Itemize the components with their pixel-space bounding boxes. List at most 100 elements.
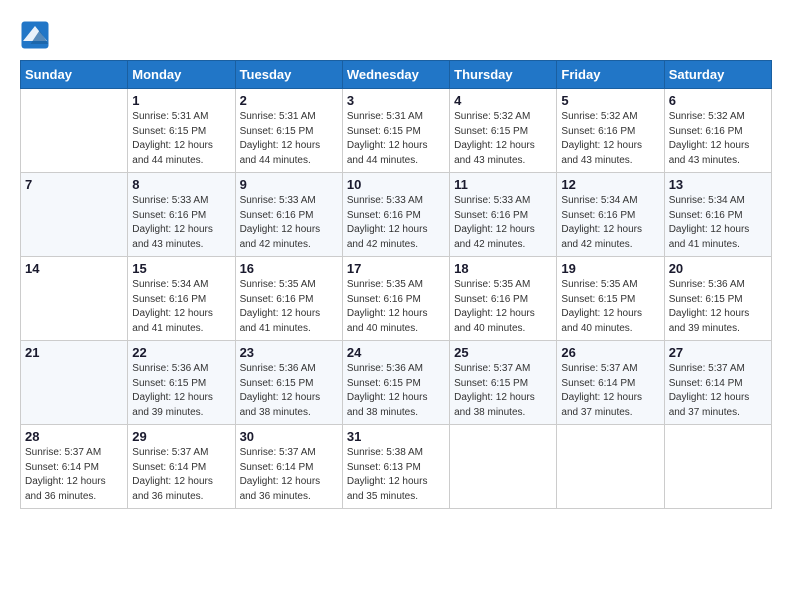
day-number: 16 (240, 261, 338, 276)
week-row-5: 28 Sunrise: 5:37 AM Sunset: 6:14 PM Dayli… (21, 425, 772, 509)
day-number: 7 (25, 177, 123, 192)
day-number: 17 (347, 261, 445, 276)
day-info: Sunrise: 5:35 AM Sunset: 6:15 PM Dayligh… (561, 278, 659, 336)
day-info: Sunrise: 5:36 AM Sunset: 6:15 PM Dayligh… (669, 278, 767, 336)
day-info: Sunrise: 5:35 AM Sunset: 6:16 PM Dayligh… (454, 278, 552, 336)
day-info: Sunrise: 5:33 AM Sunset: 6:16 PM Dayligh… (132, 194, 230, 252)
day-cell: 7 (21, 173, 128, 257)
day-cell: 13 Sunrise: 5:34 AM Sunset: 6:16 PM Dayli… (664, 173, 771, 257)
day-number: 2 (240, 93, 338, 108)
day-info: Sunrise: 5:34 AM Sunset: 6:16 PM Dayligh… (561, 194, 659, 252)
day-cell: 25 Sunrise: 5:37 AM Sunset: 6:15 PM Dayli… (450, 341, 557, 425)
day-info: Sunrise: 5:31 AM Sunset: 6:15 PM Dayligh… (240, 110, 338, 168)
day-info: Sunrise: 5:35 AM Sunset: 6:16 PM Dayligh… (347, 278, 445, 336)
day-info: Sunrise: 5:32 AM Sunset: 6:16 PM Dayligh… (669, 110, 767, 168)
day-cell: 28 Sunrise: 5:37 AM Sunset: 6:14 PM Dayli… (21, 425, 128, 509)
logo (20, 20, 54, 50)
day-info: Sunrise: 5:36 AM Sunset: 6:15 PM Dayligh… (347, 362, 445, 420)
day-number: 1 (132, 93, 230, 108)
day-number: 3 (347, 93, 445, 108)
day-cell: 3 Sunrise: 5:31 AM Sunset: 6:15 PM Daylig… (342, 89, 449, 173)
header-friday: Friday (557, 61, 664, 89)
day-info: Sunrise: 5:33 AM Sunset: 6:16 PM Dayligh… (347, 194, 445, 252)
header-sunday: Sunday (21, 61, 128, 89)
day-number: 5 (561, 93, 659, 108)
day-number: 9 (240, 177, 338, 192)
day-number: 10 (347, 177, 445, 192)
day-cell: 4 Sunrise: 5:32 AM Sunset: 6:15 PM Daylig… (450, 89, 557, 173)
day-number: 23 (240, 345, 338, 360)
day-info: Sunrise: 5:37 AM Sunset: 6:14 PM Dayligh… (132, 446, 230, 504)
day-info: Sunrise: 5:37 AM Sunset: 6:14 PM Dayligh… (561, 362, 659, 420)
day-number: 21 (25, 345, 123, 360)
day-info: Sunrise: 5:33 AM Sunset: 6:16 PM Dayligh… (454, 194, 552, 252)
day-cell: 21 (21, 341, 128, 425)
day-cell: 6 Sunrise: 5:32 AM Sunset: 6:16 PM Daylig… (664, 89, 771, 173)
day-cell: 9 Sunrise: 5:33 AM Sunset: 6:16 PM Daylig… (235, 173, 342, 257)
day-number: 19 (561, 261, 659, 276)
day-info: Sunrise: 5:36 AM Sunset: 6:15 PM Dayligh… (240, 362, 338, 420)
day-info: Sunrise: 5:37 AM Sunset: 6:14 PM Dayligh… (240, 446, 338, 504)
page-header (20, 20, 772, 50)
day-number: 25 (454, 345, 552, 360)
header-tuesday: Tuesday (235, 61, 342, 89)
day-number: 6 (669, 93, 767, 108)
day-cell: 16 Sunrise: 5:35 AM Sunset: 6:16 PM Dayli… (235, 257, 342, 341)
week-row-4: 21 22 Sunrise: 5:36 AM Sunset: 6:15 PM Day… (21, 341, 772, 425)
day-cell: 29Sunrise: 5:37 AM Sunset: 6:14 PM Dayli… (128, 425, 235, 509)
day-cell (450, 425, 557, 509)
day-info: Sunrise: 5:37 AM Sunset: 6:15 PM Dayligh… (454, 362, 552, 420)
header-monday: Monday (128, 61, 235, 89)
day-cell: 10 Sunrise: 5:33 AM Sunset: 6:16 PM Dayli… (342, 173, 449, 257)
day-info: Sunrise: 5:32 AM Sunset: 6:16 PM Dayligh… (561, 110, 659, 168)
day-number: 31 (347, 429, 445, 444)
day-number: 18 (454, 261, 552, 276)
day-cell: 30Sunrise: 5:37 AM Sunset: 6:14 PM Dayli… (235, 425, 342, 509)
day-number: 11 (454, 177, 552, 192)
day-info: Sunrise: 5:33 AM Sunset: 6:16 PM Dayligh… (240, 194, 338, 252)
day-number: 12 (561, 177, 659, 192)
header-wednesday: Wednesday (342, 61, 449, 89)
day-number: 27 (669, 345, 767, 360)
day-number: 22 (132, 345, 230, 360)
day-number: 13 (669, 177, 767, 192)
day-cell: 8 Sunrise: 5:33 AM Sunset: 6:16 PM Daylig… (128, 173, 235, 257)
header-thursday: Thursday (450, 61, 557, 89)
day-info: Sunrise: 5:34 AM Sunset: 6:16 PM Dayligh… (669, 194, 767, 252)
day-cell: 26 Sunrise: 5:37 AM Sunset: 6:14 PM Dayli… (557, 341, 664, 425)
day-number: 8 (132, 177, 230, 192)
logo-icon (20, 20, 50, 50)
day-info: Sunrise: 5:35 AM Sunset: 6:16 PM Dayligh… (240, 278, 338, 336)
day-number: 28 (25, 429, 123, 444)
day-cell: 17 Sunrise: 5:35 AM Sunset: 6:16 PM Dayli… (342, 257, 449, 341)
week-row-3: 14 15 Sunrise: 5:34 AM Sunset: 6:16 PM Day… (21, 257, 772, 341)
day-cell: 31Sunrise: 5:38 AM Sunset: 6:13 PM Dayli… (342, 425, 449, 509)
day-info: Sunrise: 5:34 AM Sunset: 6:16 PM Dayligh… (132, 278, 230, 336)
calendar-header-row: SundayMondayTuesdayWednesdayThursdayFrid… (21, 61, 772, 89)
week-row-2: 78 Sunrise: 5:33 AM Sunset: 6:16 PM Dayli… (21, 173, 772, 257)
header-saturday: Saturday (664, 61, 771, 89)
day-number: 4 (454, 93, 552, 108)
week-row-1: 1 Sunrise: 5:31 AM Sunset: 6:15 PM Daylig… (21, 89, 772, 173)
day-cell: 27Sunrise: 5:37 AM Sunset: 6:14 PM Dayli… (664, 341, 771, 425)
day-cell: 18 Sunrise: 5:35 AM Sunset: 6:16 PM Dayli… (450, 257, 557, 341)
day-cell: 14 (21, 257, 128, 341)
day-number: 26 (561, 345, 659, 360)
day-number: 15 (132, 261, 230, 276)
day-cell: 12 Sunrise: 5:34 AM Sunset: 6:16 PM Dayli… (557, 173, 664, 257)
day-cell: 15 Sunrise: 5:34 AM Sunset: 6:16 PM Dayli… (128, 257, 235, 341)
day-cell: 11 Sunrise: 5:33 AM Sunset: 6:16 PM Dayli… (450, 173, 557, 257)
day-cell: 20 Sunrise: 5:36 AM Sunset: 6:15 PM Dayli… (664, 257, 771, 341)
day-cell: 24Sunrise: 5:36 AM Sunset: 6:15 PM Dayli… (342, 341, 449, 425)
day-cell (664, 425, 771, 509)
day-info: Sunrise: 5:31 AM Sunset: 6:15 PM Dayligh… (347, 110, 445, 168)
day-cell: 23 Sunrise: 5:36 AM Sunset: 6:15 PM Dayli… (235, 341, 342, 425)
day-cell: 2 Sunrise: 5:31 AM Sunset: 6:15 PM Daylig… (235, 89, 342, 173)
day-cell (557, 425, 664, 509)
day-cell: 19 Sunrise: 5:35 AM Sunset: 6:15 PM Dayli… (557, 257, 664, 341)
day-number: 20 (669, 261, 767, 276)
day-number: 14 (25, 261, 123, 276)
day-info: Sunrise: 5:37 AM Sunset: 6:14 PM Dayligh… (25, 446, 123, 504)
day-cell: 1Sunrise: 5:31 AM Sunset: 6:15 PM Daylig… (128, 89, 235, 173)
day-info: Sunrise: 5:32 AM Sunset: 6:15 PM Dayligh… (454, 110, 552, 168)
